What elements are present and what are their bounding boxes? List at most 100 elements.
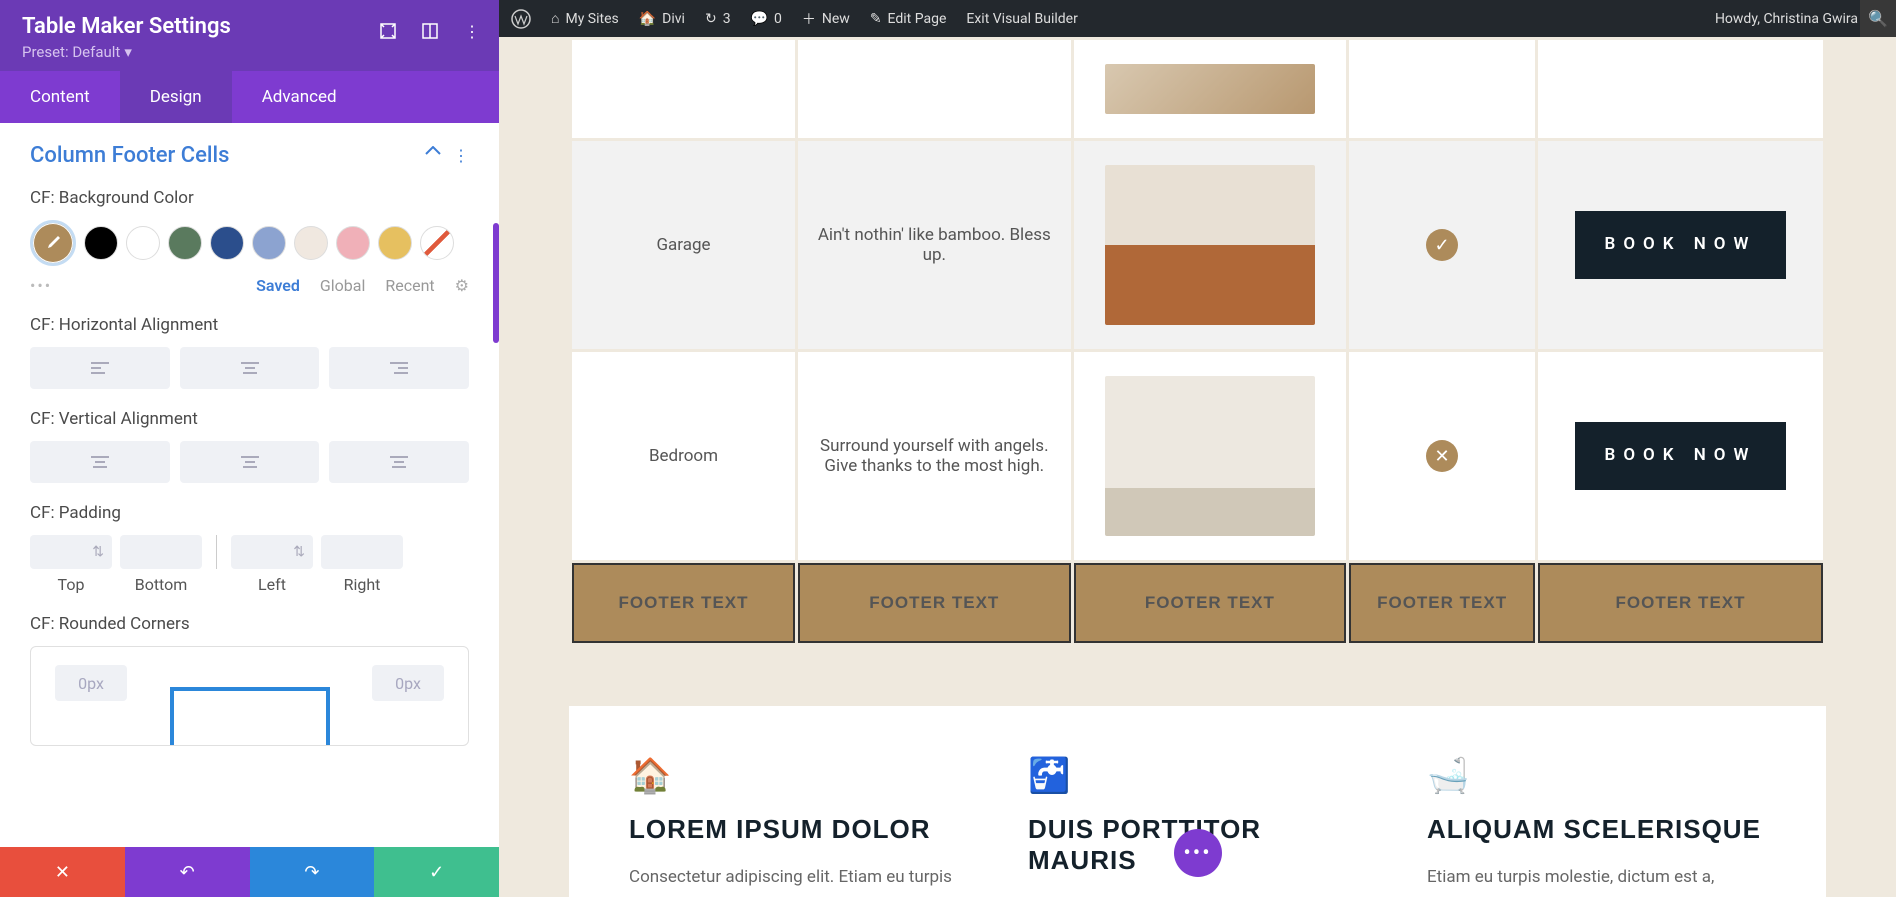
- feature-text: Etiam eu turpis molestie, dictum est a, …: [1427, 863, 1766, 897]
- valign-middle[interactable]: [180, 441, 320, 483]
- color-swatch-white[interactable]: [126, 226, 160, 260]
- panel-header: Table Maker Settings Preset: Default ▾ ⋮: [0, 0, 499, 71]
- wp-admin-bar: ⌂My Sites 🏠Divi ↻3 💬0 ＋New ✎Edit Page Ex…: [499, 0, 1896, 37]
- product-image: [1105, 64, 1315, 114]
- book-now-button[interactable]: BOOK NOW: [1575, 211, 1787, 278]
- color-swatch-none[interactable]: [420, 226, 454, 260]
- columns-icon[interactable]: [421, 22, 439, 40]
- cancel-button[interactable]: ✕: [0, 847, 125, 897]
- room-cell: Bedroom: [572, 352, 795, 560]
- padding-label: CF: Padding: [30, 503, 469, 523]
- halign-left[interactable]: [30, 347, 170, 389]
- table-row: [572, 40, 1823, 138]
- table-row: Garage Ain't nothin' like bamboo. Bless …: [572, 141, 1823, 349]
- bath-icon: 🛁: [1427, 756, 1766, 796]
- tab-global[interactable]: Global: [320, 276, 366, 295]
- tab-advanced[interactable]: Advanced: [232, 71, 367, 123]
- new-content[interactable]: ＋New: [802, 9, 850, 29]
- product-image: [1105, 376, 1315, 536]
- exit-visual-builder[interactable]: Exit Visual Builder: [966, 11, 1077, 27]
- color-swatch-blue[interactable]: [210, 226, 244, 260]
- builder-fab[interactable]: •••: [1174, 829, 1222, 877]
- feature-card: 🛁 ALIQUAM SCELERISQUE Etiam eu turpis mo…: [1427, 756, 1766, 897]
- feature-title: LOREM IPSUM DOLOR: [629, 814, 968, 845]
- color-swatch-gold[interactable]: [378, 226, 412, 260]
- feature-title: ALIQUAM SCELERISQUE: [1427, 814, 1766, 845]
- tab-design[interactable]: Design: [120, 71, 232, 123]
- book-now-button[interactable]: BOOK NOW: [1575, 422, 1787, 489]
- scrollbar[interactable]: [493, 223, 499, 343]
- padding-bottom-input[interactable]: [120, 535, 202, 569]
- footer-cell: FOOTER TEXT: [1349, 563, 1535, 643]
- data-table: Garage Ain't nothin' like bamboo. Bless …: [569, 37, 1826, 646]
- footer-cell: FOOTER TEXT: [1074, 563, 1347, 643]
- updates[interactable]: ↻3: [705, 11, 731, 27]
- color-swatch-green[interactable]: [168, 226, 202, 260]
- expand-icon[interactable]: [379, 22, 397, 40]
- footer-cell: FOOTER TEXT: [798, 563, 1071, 643]
- color-swatch-black[interactable]: [84, 226, 118, 260]
- product-image: [1105, 165, 1315, 325]
- corner-diagram: 🔗: [170, 687, 330, 746]
- desc-cell: Surround yourself with angels. Give than…: [798, 352, 1071, 560]
- panel-body: Column Footer Cells ⋮ CF: Background Col…: [0, 123, 499, 897]
- color-swatch-pink[interactable]: [336, 226, 370, 260]
- page-preview: Garage Ain't nothin' like bamboo. Bless …: [499, 37, 1896, 897]
- table-footer-row: FOOTER TEXT FOOTER TEXT FOOTER TEXT FOOT…: [572, 563, 1823, 643]
- user-greeting[interactable]: Howdy, Christina Gwira: [1715, 9, 1884, 29]
- panel-tabs: Content Design Advanced: [0, 71, 499, 123]
- tab-recent[interactable]: Recent: [385, 276, 434, 295]
- more-colors-icon[interactable]: •••: [30, 276, 52, 295]
- padding-left-input[interactable]: ⇅: [231, 535, 313, 569]
- site-name[interactable]: 🏠Divi: [639, 11, 685, 27]
- section-title[interactable]: Column Footer Cells: [30, 143, 229, 168]
- edit-page[interactable]: ✎Edit Page: [870, 11, 947, 27]
- table-row: Bedroom Surround yourself with angels. G…: [572, 352, 1823, 560]
- color-swatches: [30, 220, 469, 266]
- room-cell: Garage: [572, 141, 795, 349]
- undo-button[interactable]: ↶: [125, 847, 250, 897]
- valign-top[interactable]: [30, 441, 170, 483]
- feature-text: Consectetur adipiscing elit. Etiam eu tu…: [629, 863, 968, 897]
- corner-tr-input[interactable]: 0px: [372, 665, 444, 701]
- more-icon[interactable]: ⋮: [463, 22, 481, 40]
- tab-content[interactable]: Content: [0, 71, 120, 123]
- color-tabs: ••• Saved Global Recent ⚙: [30, 276, 469, 295]
- redo-button[interactable]: ↷: [250, 847, 375, 897]
- corners-control: 0px 0px 🔗: [30, 646, 469, 746]
- color-swatch-lightblue[interactable]: [252, 226, 286, 260]
- valign-bottom[interactable]: [329, 441, 469, 483]
- check-icon: ✓: [1426, 229, 1458, 261]
- bg-color-label: CF: Background Color: [30, 188, 469, 208]
- settings-panel: Table Maker Settings Preset: Default ▾ ⋮…: [0, 0, 499, 897]
- cross-icon: ✕: [1426, 440, 1458, 472]
- color-swatch-tan[interactable]: [294, 226, 328, 260]
- search-icon[interactable]: 🔍: [1860, 0, 1896, 37]
- padding-right-input[interactable]: [321, 535, 403, 569]
- halign-label: CF: Horizontal Alignment: [30, 315, 469, 335]
- color-swatch-current[interactable]: [30, 220, 76, 266]
- collapse-icon[interactable]: [425, 146, 441, 165]
- valign-label: CF: Vertical Alignment: [30, 409, 469, 429]
- home-icon: 🏠: [629, 756, 968, 796]
- desc-cell: Ain't nothin' like bamboo. Bless up.: [798, 141, 1071, 349]
- my-sites[interactable]: ⌂My Sites: [551, 10, 619, 27]
- comments[interactable]: 💬0: [751, 11, 782, 27]
- gear-icon[interactable]: ⚙: [455, 276, 469, 295]
- preset-selector[interactable]: Preset: Default ▾: [22, 43, 477, 61]
- sink-icon: 🚰: [1028, 756, 1367, 796]
- halign-center[interactable]: [180, 347, 320, 389]
- corners-label: CF: Rounded Corners: [30, 614, 469, 634]
- divider: [216, 535, 217, 569]
- tab-saved[interactable]: Saved: [256, 276, 300, 295]
- corner-tl-input[interactable]: 0px: [55, 665, 127, 701]
- halign-right[interactable]: [329, 347, 469, 389]
- save-button[interactable]: ✓: [374, 847, 499, 897]
- footer-cell: FOOTER TEXT: [572, 563, 795, 643]
- footer-cell: FOOTER TEXT: [1538, 563, 1823, 643]
- feature-card: 🏠 LOREM IPSUM DOLOR Consectetur adipisci…: [629, 756, 968, 897]
- bottom-bar: ✕ ↶ ↷ ✓: [0, 847, 499, 897]
- section-more-icon[interactable]: ⋮: [453, 146, 469, 165]
- padding-top-input[interactable]: ⇅: [30, 535, 112, 569]
- wp-logo[interactable]: [511, 9, 531, 29]
